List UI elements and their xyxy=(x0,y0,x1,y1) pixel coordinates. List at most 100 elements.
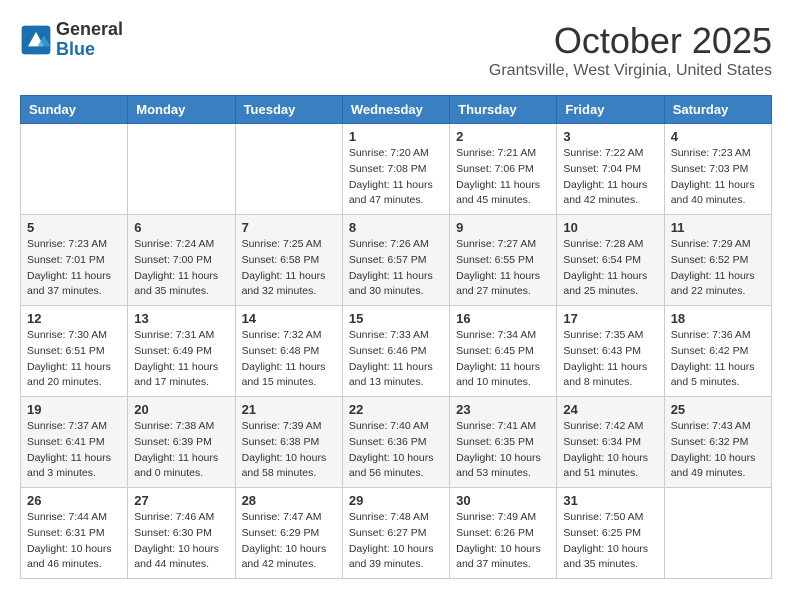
calendar-cell: 28Sunrise: 7:47 AM Sunset: 6:29 PM Dayli… xyxy=(235,488,342,579)
calendar-cell: 26 Sunrise: 7:44 AM Sunset: 6:31 PM Dayli… xyxy=(21,488,128,579)
day-number: 8 xyxy=(349,220,443,235)
day-number: 14 xyxy=(242,311,336,326)
calendar-cell: 4 Sunrise: 7:23 AM Sunset: 7:03 PM Daylig… xyxy=(664,124,771,215)
day-number: 29 xyxy=(349,493,443,508)
calendar-week-row: 1Sunrise: 7:20 AM Sunset: 7:08 PM Daylig… xyxy=(21,124,772,215)
day-info: Sunrise: 7:24 AM Sunset: 7:00 PM Dayligh… xyxy=(134,237,228,300)
day-info: Sunrise: 7:44 AM Sunset: 6:31 PM Dayligh… xyxy=(27,510,121,573)
weekday-header: Saturday xyxy=(664,96,771,124)
day-info: Sunrise: 7:38 AM Sunset: 6:39 PM Dayligh… xyxy=(134,419,228,482)
weekday-header: Thursday xyxy=(450,96,557,124)
calendar-week-row: 12Sunrise: 7:30 AM Sunset: 6:51 PM Dayli… xyxy=(21,306,772,397)
day-info: Sunrise: 7:23 AM Sunset: 7:03 PM Dayligh… xyxy=(671,146,765,209)
calendar-week-row: 26 Sunrise: 7:44 AM Sunset: 6:31 PM Dayli… xyxy=(21,488,772,579)
day-info: Sunrise: 7:49 AM Sunset: 6:26 PM Dayligh… xyxy=(456,510,550,573)
calendar-cell: 6 Sunrise: 7:24 AM Sunset: 7:00 PM Daylig… xyxy=(128,215,235,306)
calendar-cell: 25Sunrise: 7:43 AM Sunset: 6:32 PM Dayli… xyxy=(664,397,771,488)
weekday-header: Monday xyxy=(128,96,235,124)
calendar-cell: 24 Sunrise: 7:42 AM Sunset: 6:34 PM Dayli… xyxy=(557,397,664,488)
title-section: October 2025 Grantsville, West Virginia,… xyxy=(489,20,772,80)
day-number: 12 xyxy=(27,311,121,326)
month-title: October 2025 xyxy=(489,20,772,62)
day-number: 16 xyxy=(456,311,550,326)
day-number: 30 xyxy=(456,493,550,508)
day-info: Sunrise: 7:26 AM Sunset: 6:57 PM Dayligh… xyxy=(349,237,443,300)
calendar-cell: 18 Sunrise: 7:36 AM Sunset: 6:42 PM Dayli… xyxy=(664,306,771,397)
weekday-header: Tuesday xyxy=(235,96,342,124)
weekday-header: Wednesday xyxy=(342,96,449,124)
calendar-cell: 14 Sunrise: 7:32 AM Sunset: 6:48 PM Dayli… xyxy=(235,306,342,397)
day-number: 3 xyxy=(563,129,657,144)
calendar-cell: 31 Sunrise: 7:50 AM Sunset: 6:25 PM Dayli… xyxy=(557,488,664,579)
day-number: 5 xyxy=(27,220,121,235)
calendar-cell: 30 Sunrise: 7:49 AM Sunset: 6:26 PM Dayli… xyxy=(450,488,557,579)
calendar-cell: 9Sunrise: 7:27 AM Sunset: 6:55 PM Daylig… xyxy=(450,215,557,306)
day-number: 9 xyxy=(456,220,550,235)
logo: General Blue xyxy=(20,20,123,60)
calendar-cell: 3 Sunrise: 7:22 AM Sunset: 7:04 PM Daylig… xyxy=(557,124,664,215)
calendar-cell: 2Sunrise: 7:21 AM Sunset: 7:06 PM Daylig… xyxy=(450,124,557,215)
day-info: Sunrise: 7:40 AM Sunset: 6:36 PM Dayligh… xyxy=(349,419,443,482)
day-info: Sunrise: 7:31 AM Sunset: 6:49 PM Dayligh… xyxy=(134,328,228,391)
day-info: Sunrise: 7:36 AM Sunset: 6:42 PM Dayligh… xyxy=(671,328,765,391)
day-number: 19 xyxy=(27,402,121,417)
day-info: Sunrise: 7:41 AM Sunset: 6:35 PM Dayligh… xyxy=(456,419,550,482)
calendar-week-row: 5 Sunrise: 7:23 AM Sunset: 7:01 PM Daylig… xyxy=(21,215,772,306)
calendar-week-row: 19 Sunrise: 7:37 AM Sunset: 6:41 PM Dayli… xyxy=(21,397,772,488)
day-number: 10 xyxy=(563,220,657,235)
day-info: Sunrise: 7:34 AM Sunset: 6:45 PM Dayligh… xyxy=(456,328,550,391)
day-number: 20 xyxy=(134,402,228,417)
day-number: 23 xyxy=(456,402,550,417)
calendar-cell: 23 Sunrise: 7:41 AM Sunset: 6:35 PM Dayli… xyxy=(450,397,557,488)
day-info: Sunrise: 7:50 AM Sunset: 6:25 PM Dayligh… xyxy=(563,510,657,573)
day-number: 22 xyxy=(349,402,443,417)
day-info: Sunrise: 7:25 AM Sunset: 6:58 PM Dayligh… xyxy=(242,237,336,300)
day-number: 27 xyxy=(134,493,228,508)
day-info: Sunrise: 7:42 AM Sunset: 6:34 PM Dayligh… xyxy=(563,419,657,482)
calendar-cell: 8 Sunrise: 7:26 AM Sunset: 6:57 PM Daylig… xyxy=(342,215,449,306)
calendar-cell: 5 Sunrise: 7:23 AM Sunset: 7:01 PM Daylig… xyxy=(21,215,128,306)
calendar-cell: 10 Sunrise: 7:28 AM Sunset: 6:54 PM Dayli… xyxy=(557,215,664,306)
day-number: 15 xyxy=(349,311,443,326)
calendar-cell: 16 Sunrise: 7:34 AM Sunset: 6:45 PM Dayli… xyxy=(450,306,557,397)
day-info: Sunrise: 7:22 AM Sunset: 7:04 PM Dayligh… xyxy=(563,146,657,209)
calendar-cell: 15Sunrise: 7:33 AM Sunset: 6:46 PM Dayli… xyxy=(342,306,449,397)
calendar-cell: 20 Sunrise: 7:38 AM Sunset: 6:39 PM Dayli… xyxy=(128,397,235,488)
day-number: 31 xyxy=(563,493,657,508)
day-info: Sunrise: 7:39 AM Sunset: 6:38 PM Dayligh… xyxy=(242,419,336,482)
calendar-cell xyxy=(21,124,128,215)
day-number: 1 xyxy=(349,129,443,144)
day-info: Sunrise: 7:23 AM Sunset: 7:01 PM Dayligh… xyxy=(27,237,121,300)
calendar-cell: 17Sunrise: 7:35 AM Sunset: 6:43 PM Dayli… xyxy=(557,306,664,397)
day-info: Sunrise: 7:43 AM Sunset: 6:32 PM Dayligh… xyxy=(671,419,765,482)
page-header: General Blue October 2025 Grantsville, W… xyxy=(20,20,772,80)
weekday-header: Friday xyxy=(557,96,664,124)
calendar-header-row: SundayMondayTuesdayWednesdayThursdayFrid… xyxy=(21,96,772,124)
day-number: 13 xyxy=(134,311,228,326)
calendar-cell xyxy=(235,124,342,215)
calendar-cell: 11Sunrise: 7:29 AM Sunset: 6:52 PM Dayli… xyxy=(664,215,771,306)
day-info: Sunrise: 7:28 AM Sunset: 6:54 PM Dayligh… xyxy=(563,237,657,300)
calendar-cell: 21Sunrise: 7:39 AM Sunset: 6:38 PM Dayli… xyxy=(235,397,342,488)
day-number: 18 xyxy=(671,311,765,326)
day-number: 4 xyxy=(671,129,765,144)
calendar-cell: 22 Sunrise: 7:40 AM Sunset: 6:36 PM Dayli… xyxy=(342,397,449,488)
calendar-cell: 12Sunrise: 7:30 AM Sunset: 6:51 PM Dayli… xyxy=(21,306,128,397)
location: Grantsville, West Virginia, United State… xyxy=(489,62,772,80)
day-info: Sunrise: 7:32 AM Sunset: 6:48 PM Dayligh… xyxy=(242,328,336,391)
calendar-cell: 1Sunrise: 7:20 AM Sunset: 7:08 PM Daylig… xyxy=(342,124,449,215)
calendar-cell: 27Sunrise: 7:46 AM Sunset: 6:30 PM Dayli… xyxy=(128,488,235,579)
logo-text: General Blue xyxy=(56,20,123,60)
calendar-cell xyxy=(128,124,235,215)
day-number: 17 xyxy=(563,311,657,326)
day-number: 24 xyxy=(563,402,657,417)
day-info: Sunrise: 7:48 AM Sunset: 6:27 PM Dayligh… xyxy=(349,510,443,573)
logo-blue: Blue xyxy=(56,40,123,60)
day-number: 6 xyxy=(134,220,228,235)
logo-general: General xyxy=(56,20,123,40)
day-number: 7 xyxy=(242,220,336,235)
day-number: 26 xyxy=(27,493,121,508)
day-info: Sunrise: 7:37 AM Sunset: 6:41 PM Dayligh… xyxy=(27,419,121,482)
day-info: Sunrise: 7:21 AM Sunset: 7:06 PM Dayligh… xyxy=(456,146,550,209)
calendar-cell: 13 Sunrise: 7:31 AM Sunset: 6:49 PM Dayli… xyxy=(128,306,235,397)
